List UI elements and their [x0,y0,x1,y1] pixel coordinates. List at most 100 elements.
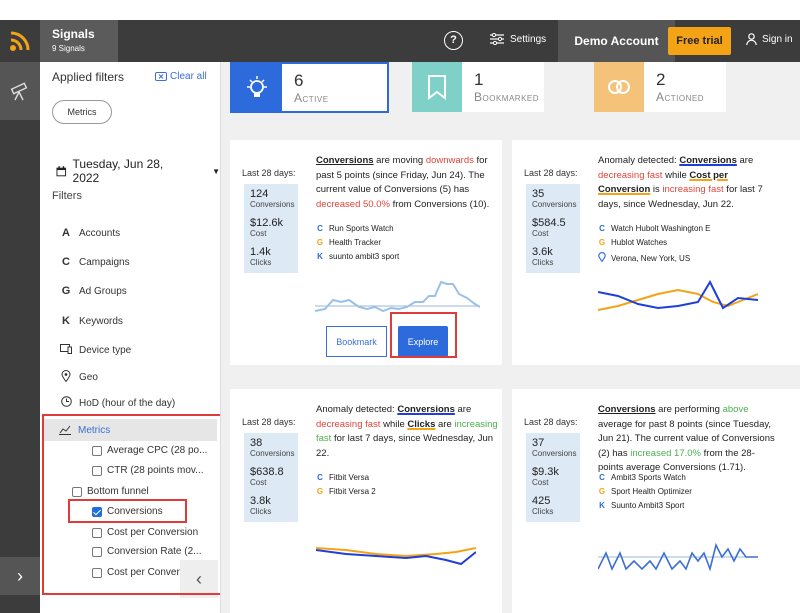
kpi-panel: 38 Conversions $638.8 Cost 3.8k Clicks [244,433,298,522]
filter-device-type[interactable]: Device type [59,344,131,357]
caret-down-icon: ▼ [212,166,220,176]
sliders-icon [490,33,504,45]
entity-item[interactable]: G Fitbit Versa 2 [316,487,376,496]
signal-card[interactable]: Last 28 days: 37 Conversions $9.3k Cost 42… [512,389,800,613]
stat-actioned-value: 2 [656,70,666,89]
filter-keywords[interactable]: K Keywords [59,315,123,327]
account-button[interactable]: Demo Account [558,20,675,62]
stat-active-label: Active [294,90,329,105]
entity-label: Suunto Ambit3 Sport [611,501,685,510]
settings-label: Settings [510,33,547,45]
text: from Conversions (10). [389,198,490,210]
text: for last 7 days, since Wednesday, Jun 22… [316,433,494,459]
kpi-label: Clicks [532,258,554,267]
signal-description: Anomaly detected: Conversions are decrea… [598,154,780,212]
entity-item[interactable]: G Hublot Watches [598,238,710,247]
kpi-label: Cost [532,229,549,238]
change-text: increased 17.0% [630,447,701,459]
metrics-filter-pill[interactable]: Metrics [52,100,112,124]
filter-hod[interactable]: HoD (hour of the day) [59,396,175,410]
entity-item[interactable]: C Fitbit Versa [316,473,376,482]
actioned-icon [594,62,644,112]
filter-accounts[interactable]: A Accounts [59,227,120,239]
signal-card[interactable]: Last 28 days: 124 Conversions $12.6k Cost … [230,140,502,365]
metric-link[interactable]: Conversions [679,155,737,166]
signal-description: Conversions are performing above average… [598,403,780,476]
signals-main: 6 Active 1 Bookmarked 2 Actioned Last 28 da… [221,62,800,613]
clear-all-label: Clear all [170,71,207,82]
entity-list: C Watch Hubolt Washington E G Hublot Watch… [598,224,710,269]
entity-list: C Ambit3 Sports Watch G Sport Health Optim… [598,473,692,515]
campaign-icon: C [317,473,323,482]
metric-link[interactable]: Conversions [598,404,656,415]
signal-card[interactable]: Last 28 days: 35 Conversions $584.5 Cost 3… [512,140,800,365]
entity-item[interactable]: K Suunto Ambit3 Sport [598,501,692,510]
rss-logo-icon[interactable] [0,20,40,62]
filter-geo[interactable]: Geo [59,370,98,385]
entity-item[interactable]: G Sport Health Optimizer [598,487,692,496]
entity-item[interactable]: Verona, New York, US [598,252,710,264]
kpi-panel: 124 Conversions $12.6k Cost 1.4k Clicks [244,184,298,273]
text: are [736,155,754,166]
entity-list: C Fitbit Versa G Fitbit Versa 2 [316,473,376,501]
text: while [380,418,408,430]
user-icon [746,33,757,45]
telescope-icon[interactable] [0,62,40,120]
stat-active[interactable]: 6 Active [230,62,389,113]
filter-campaigns[interactable]: C Campaigns [59,256,130,268]
kpi-value: 425 [532,495,551,507]
metric-link[interactable]: Conversions [397,404,455,415]
entity-item[interactable]: C Watch Hubolt Washington E [598,224,710,233]
campaign-icon: C [599,473,605,482]
entity-label: Run Sports Watch [329,224,394,233]
campaign-icon: C [599,224,605,233]
kpi-label: Cost [250,229,267,238]
filter-ad-groups[interactable]: G Ad Groups [59,285,127,297]
expand-chevron-icon[interactable]: › [0,557,40,595]
stat-actioned[interactable]: 2 Actioned [594,62,726,112]
entity-label: Hublot Watches [611,238,668,247]
date-picker[interactable]: Tuesday, Jun 28, 2022 ▼ [56,157,220,185]
entity-label: Ambit3 Sports Watch [611,473,686,482]
entity-item[interactable]: Ksuunto ambit3 sport [316,252,399,261]
entity-label: Sport Health Optimizer [611,487,692,496]
sparkline-chart [315,280,480,313]
metric-link[interactable]: Conversions [316,155,374,166]
left-rail: › [0,62,40,613]
entity-item[interactable]: G Health Tracker [316,238,399,247]
bookmark-button[interactable]: Bookmark [326,326,387,357]
kpi-value: 3.6k [532,246,553,258]
app-subtitle: 9 Signals [52,44,85,53]
entity-item[interactable]: C Ambit3 Sports Watch [598,473,692,482]
campaigns-icon: C [62,256,70,268]
text: while [662,169,690,181]
ad-group-icon: G [316,487,324,496]
stat-bookmarked[interactable]: 1 Bookmarked [412,62,544,112]
kpi-value: 37 [532,437,545,449]
kpi-label: Clicks [532,507,554,516]
help-icon[interactable]: ? [444,31,463,50]
bookmark-icon [412,62,462,112]
metric-link[interactable]: Clicks [407,419,435,430]
entity-label: Health Tracker [329,238,382,247]
entity-label: Verona, New York, US [611,253,691,263]
settings-button[interactable]: Settings [490,33,546,45]
entity-item[interactable]: C Run Sports Watch [316,224,399,233]
kpi-value: $638.8 [250,466,284,478]
entity-label: Fitbit Versa 2 [329,487,376,496]
free-trial-button[interactable]: Free trial [668,27,731,55]
kpi-value: $12.6k [250,217,284,229]
clear-all-button[interactable]: Clear all [155,71,207,82]
text: Anomaly detected: [598,155,680,166]
signal-card[interactable]: Last 28 days: 38 Conversions $638.8 Cost 3… [230,389,502,613]
trend-text: decreasing fast [598,169,663,181]
sign-in-button[interactable]: Sign in [746,33,793,45]
kpi-label: Cost [532,478,549,487]
text: are [435,418,455,430]
kpi-value: 3.8k [250,495,271,507]
period-label: Last 28 days: [524,168,578,178]
sparkline-chart [598,280,758,311]
kpi-panel: 35 Conversions $584.5 Cost 3.6k Clicks [526,184,580,273]
sparkline-chart [316,547,476,566]
stat-bookmarked-value: 1 [474,70,484,89]
